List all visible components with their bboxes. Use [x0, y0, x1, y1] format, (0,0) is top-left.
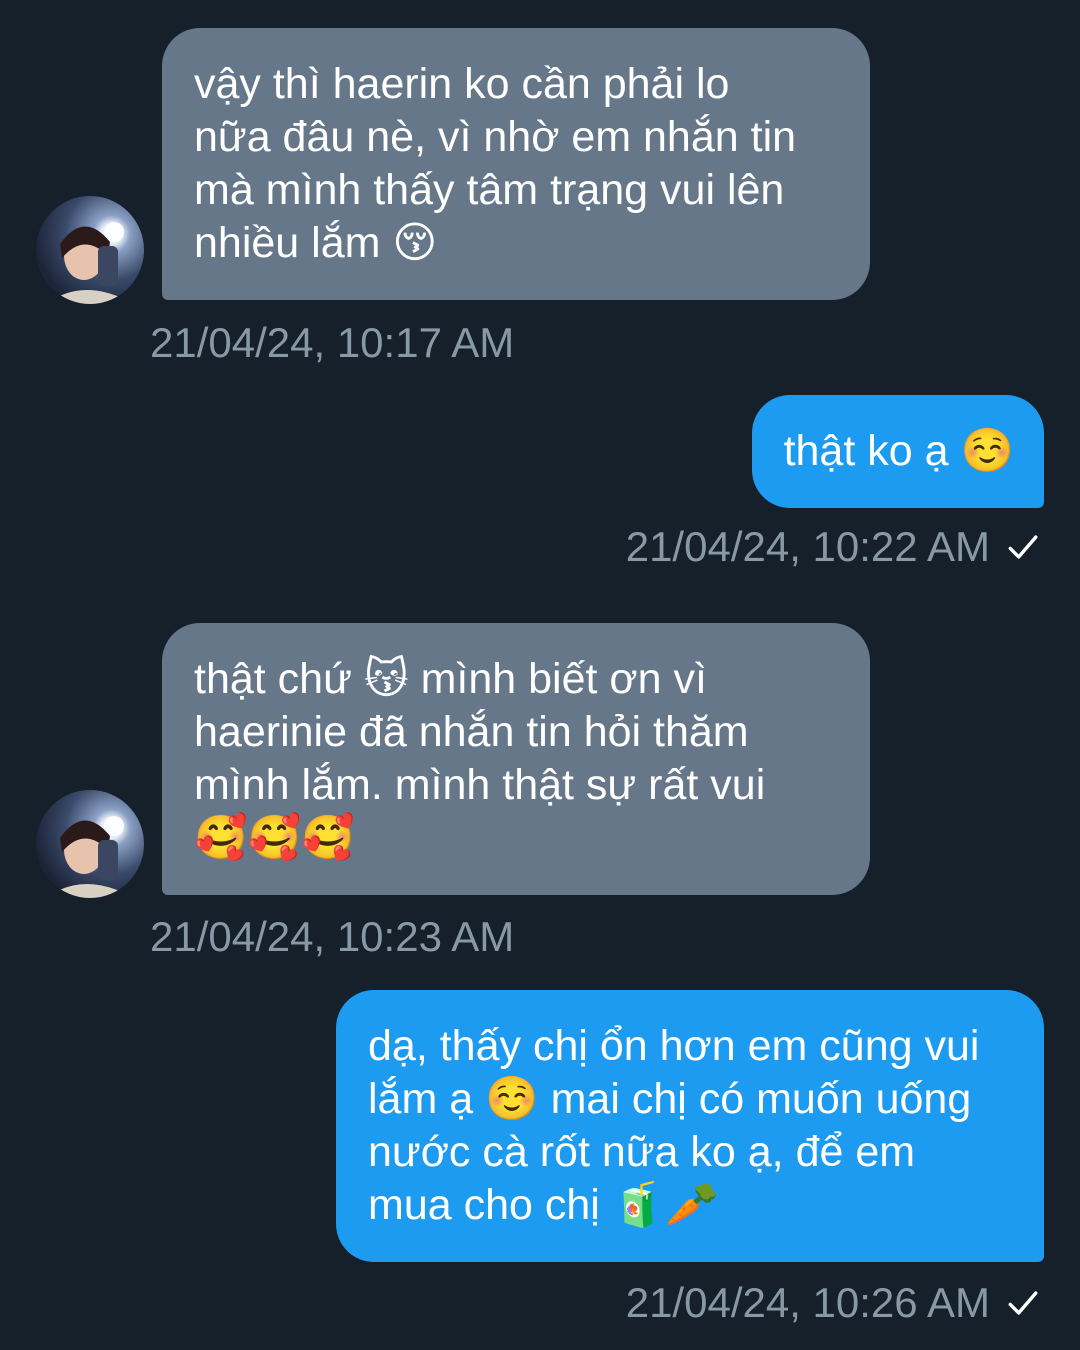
message-meta: 21/04/24, 10:26 AM [626, 1279, 1040, 1327]
contact-avatar[interactable] [36, 790, 144, 898]
contact-avatar[interactable] [36, 196, 144, 304]
message-line: mà mình thấy tâm trạng vui lên [194, 166, 785, 214]
message-bubble-outgoing[interactable]: thật ko ạ ☺️ [751, 395, 1044, 508]
message-timestamp: 21/04/24, 10:26 AM [625, 1279, 990, 1326]
message-line: nước cà rốt nữa ko ạ, để em [368, 1128, 916, 1176]
message-line: vậy thì haerin ko cần phải lo [194, 60, 730, 108]
message-line: dạ, thấy chị ổn hơn em cũng vui [368, 1022, 980, 1070]
message-line: haerinie đã nhắn tin hỏi thăm [194, 708, 749, 756]
check-icon [1008, 1291, 1038, 1315]
message-line: nhiều lắm 😚 [194, 219, 438, 267]
message-line: thật ko ạ ☺️ [783, 427, 1014, 475]
message-line: nữa đâu nè, vì nhờ em nhắn tin [194, 113, 797, 161]
avatar-photo [46, 222, 134, 304]
message-bubble-outgoing[interactable]: dạ, thấy chị ổn hơn em cũng vui lắm ạ ☺️… [336, 990, 1044, 1262]
message-line: mua cho chị 🧃🥕 [368, 1181, 719, 1229]
check-icon [1008, 535, 1038, 559]
message-timestamp: 21/04/24, 10:23 AM [150, 913, 515, 960]
message-timestamp: 21/04/24, 10:22 AM [625, 523, 990, 570]
message-line: mình lắm. mình thật sự rất vui [194, 761, 766, 809]
message-meta: 21/04/24, 10:22 AM [626, 523, 1040, 571]
message-line: lắm ạ ☺️ mai chị có muốn uống [368, 1075, 972, 1123]
message-line: thật chứ 😽 mình biết ơn vì [194, 655, 707, 703]
conversation: vậy thì haerin ko cần phải lo nữa đâu nè… [0, 0, 1080, 1350]
message-timestamp: 21/04/24, 10:17 AM [150, 319, 515, 366]
message-line: 🥰🥰🥰 [194, 814, 355, 862]
message-bubble-incoming[interactable]: thật chứ 😽 mình biết ơn vì haerinie đã n… [162, 623, 870, 895]
message-bubble-incoming[interactable]: vậy thì haerin ko cần phải lo nữa đâu nè… [162, 28, 870, 300]
avatar-photo [46, 816, 134, 898]
